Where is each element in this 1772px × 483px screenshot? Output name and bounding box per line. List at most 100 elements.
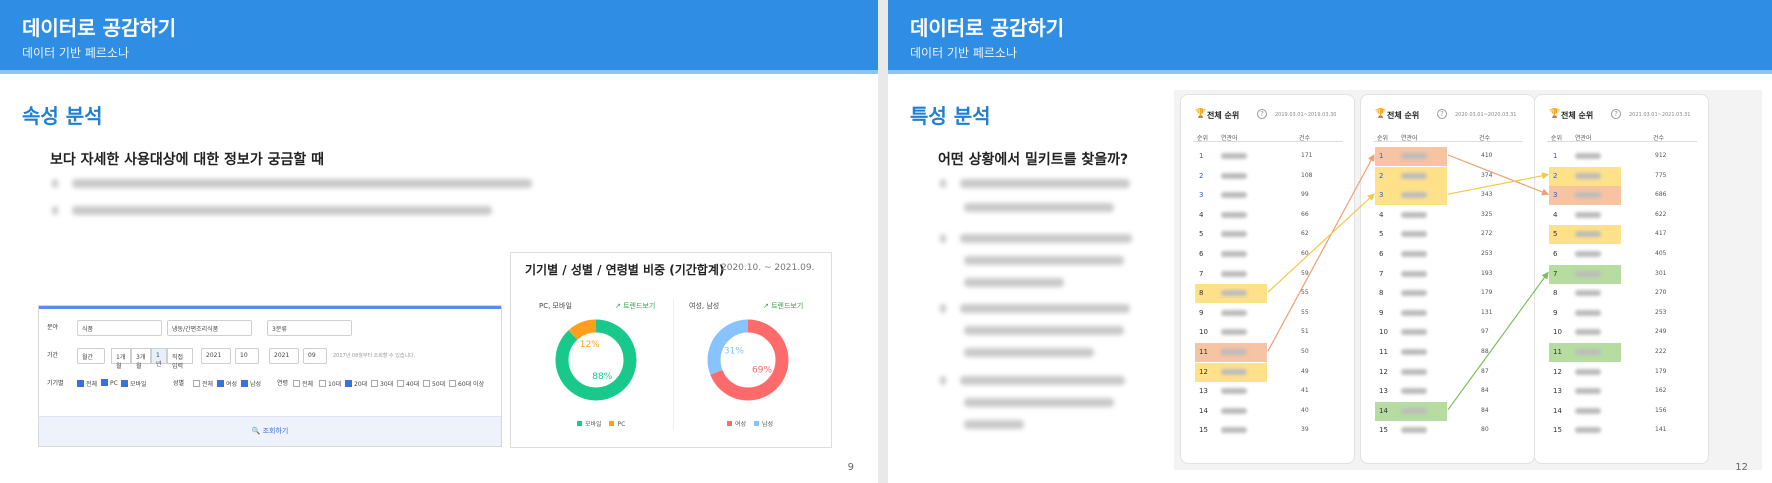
rank-count: 272 [1481,230,1493,238]
rank-count: 55 [1301,308,1309,316]
donut1-label: PC, 모바일 [539,302,572,310]
rank-number: 3 [1553,191,1558,200]
blurred-keyword [1221,388,1247,395]
device-all-checkbox[interactable]: 전체 [77,379,97,388]
rank-number: 3 [1199,191,1204,200]
age-60s-checkbox[interactable]: 60대 이상 [449,379,484,388]
blurred-keyword [1575,309,1601,316]
rank-count: 179 [1481,289,1493,297]
rank-count: 301 [1655,269,1667,277]
rank-number: 10 [1553,328,1562,337]
age-40s-checkbox[interactable]: 40대 [397,379,419,388]
rank-row: 12 179 [1535,363,1710,382]
period-label: 기간 [47,352,59,359]
rank-row: 4 325 [1361,206,1536,225]
rank-number: 1 [1199,152,1204,160]
donut2-legend: 여성 남성 [721,419,773,428]
end-month-select[interactable]: 09 [303,348,327,364]
ratio-chart-card: 기기별 / 성별 / 연령별 비중 (기간합계) 2020.10. ~ 2021… [510,252,832,448]
device-mobile-checkbox[interactable]: 모바일 [121,379,147,388]
start-month-select[interactable]: 10 [235,348,259,364]
rank-row: 8 179 [1361,284,1536,303]
age-20s-checkbox[interactable]: 20대 [345,379,367,388]
header-title: 데이터로 공감하기 [910,16,1065,40]
blurred-text [964,256,1124,265]
age-50s-checkbox[interactable]: 50대 [423,379,445,388]
legend-female: 여성 [735,421,747,428]
filter-row-category: 분야 식품 냉동/간편조리식품 3분류 [47,320,487,336]
rank-count: 156 [1655,406,1667,414]
question-text: 보다 자세한 사용대상에 대한 정보가 궁금할 때 [50,152,324,168]
rank-row: 15 141 [1535,421,1710,440]
section-title: 특성 분석 [910,104,991,128]
rank-number: 15 [1379,426,1388,435]
donut2-label: 여성, 남성 [689,302,720,310]
rank-count: 62 [1301,230,1309,238]
rank-count: 108 [1301,171,1313,179]
slide-header: 데이터로 공감하기 데이터 기반 페르소나 [0,0,878,74]
period-btn-3m[interactable]: 3개월 [131,348,151,370]
blurred-keyword [1221,172,1247,179]
rank-count: 253 [1655,308,1667,316]
category-select-2[interactable]: 냉동/간편조리식품 [167,320,252,336]
rank-panel-title: 전체 순위 [1561,111,1594,120]
help-icon[interactable]: ? [1257,109,1267,119]
category-select-1[interactable]: 식품 [77,320,162,336]
period-btn-1y[interactable]: 1년 [151,348,167,368]
rank-count: 97 [1481,328,1489,336]
rank-count: 410 [1481,152,1493,159]
rank-number: 8 [1379,289,1384,298]
rank-count: 41 [1301,387,1309,395]
rank-count: 84 [1481,406,1489,414]
rank-count: 40 [1301,406,1309,414]
donut-value-label: 88% [592,372,612,382]
rank-row: 3 343 [1361,186,1536,206]
chart-divider [673,299,674,431]
rank-count: 99 [1301,191,1309,199]
device-label: 기기별 [47,380,64,387]
rank-number: 4 [1379,210,1384,219]
gender-female-checkbox[interactable]: 여성 [217,379,237,388]
search-button[interactable]: 🔍 조회하기 [39,416,501,446]
age-10s-checkbox[interactable]: 10대 [319,379,341,388]
trend-link-gender[interactable]: ↗ 트렌드보기 [763,301,803,311]
start-year-select[interactable]: 2021 [201,348,231,364]
rank-row: 9 55 [1181,304,1356,323]
end-year-select[interactable]: 2021 [269,348,299,364]
rank-row: 13 41 [1181,382,1356,401]
trend-link-device[interactable]: ↗ 트렌드보기 [615,301,655,311]
rank-number: 2 [1199,171,1204,180]
rank-count: 59 [1301,269,1309,277]
rank-panel-title: 전체 순위 [1387,111,1420,120]
gender-all-checkbox[interactable]: 전체 [193,379,213,388]
blurred-keyword [1575,368,1601,375]
filter-row-period: 기간 월간 1개월 3개월 1년 직접입력 2021 10 2021 09 20… [47,348,487,370]
slide-header: 데이터로 공감하기 데이터 기반 페르소나 [888,0,1772,74]
rank-count: 417 [1655,230,1667,238]
age-30s-checkbox[interactable]: 30대 [371,379,393,388]
blurred-text [960,234,1132,243]
category-select-3[interactable]: 3분류 [267,320,352,336]
question-text: 어떤 상황에서 밀키트를 찾을까? [938,152,1129,168]
period-btn-1m[interactable]: 1개월 [111,348,131,370]
rank-number: 2 [1553,171,1558,180]
page-number: 12 [1735,462,1748,473]
device-pc-checkbox[interactable]: PC [101,379,118,387]
rank-row: 15 39 [1181,421,1356,440]
rank-count: 141 [1655,426,1667,434]
help-icon[interactable]: ? [1437,109,1447,119]
gender-male-checkbox[interactable]: 남성 [241,379,261,388]
age-all-checkbox[interactable]: 전체 [293,379,313,388]
rank-number: 7 [1553,269,1558,278]
blurred-keyword [1401,290,1427,297]
rank-count: 80 [1481,426,1489,434]
rank-number: 6 [1379,250,1384,258]
blurred-keyword [1401,427,1427,434]
period-btn-custom[interactable]: 직접입력 [167,348,193,370]
rank-row: 2 108 [1181,167,1356,186]
blurred-keyword [1401,388,1427,395]
help-icon[interactable]: ? [1611,109,1621,119]
period-type-select[interactable]: 월간 [77,348,105,364]
rank-row: 14 156 [1535,402,1710,421]
blurred-text [940,304,946,313]
